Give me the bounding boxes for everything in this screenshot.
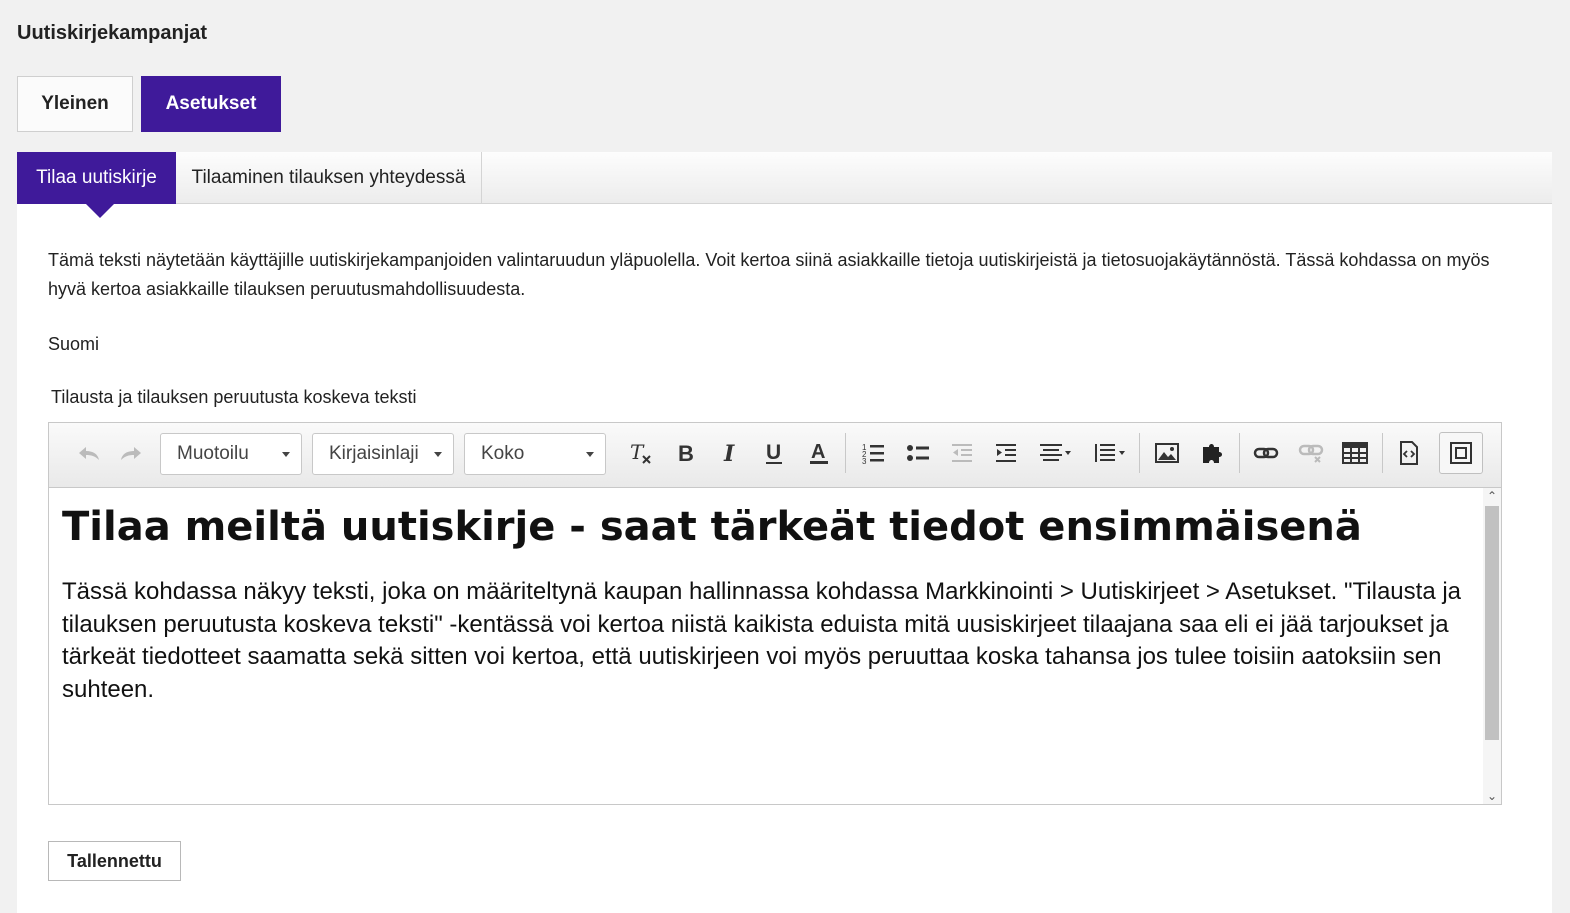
unlink-icon[interactable] (1293, 435, 1329, 471)
tab-yleinen[interactable]: Yleinen (17, 76, 133, 132)
editor-scrollbar[interactable]: ⌃ ⌄ (1483, 488, 1501, 804)
field-label: Tilausta ja tilauksen peruutusta koskeva… (51, 387, 417, 407)
chevron-down-icon (282, 452, 290, 457)
font-dropdown[interactable]: Kirjaisinlaji (312, 433, 454, 475)
toolbar-separator (1382, 433, 1383, 473)
bold-icon[interactable]: B (668, 435, 704, 471)
format-dropdown[interactable]: Muotoilu (160, 433, 302, 475)
editor-heading: Tilaa meiltä uutiskirje - saat tärkeät t… (62, 504, 1362, 550)
underline-icon[interactable]: U (756, 435, 792, 471)
main-tabs: Yleinen Asetukset (17, 76, 281, 132)
redo-icon[interactable] (113, 435, 149, 471)
description-text: Tämä teksti näytetään käyttäjille uutisk… (48, 250, 1490, 299)
tab-asetukset[interactable]: Asetukset (141, 76, 281, 132)
source-code-icon[interactable] (1391, 435, 1427, 471)
subtab-subscribe-on-order[interactable]: Tilaaminen tilauksen yhteydessä (176, 152, 482, 204)
settings-panel: Tilaa uutiskirje Tilaaminen tilauksen yh… (17, 152, 1552, 913)
svg-text:I: I (723, 441, 735, 465)
chevron-down-icon (434, 452, 442, 457)
undo-icon[interactable] (71, 435, 107, 471)
italic-icon[interactable]: I (712, 435, 748, 471)
sub-tabs: Tilaa uutiskirje Tilaaminen tilauksen yh… (17, 152, 1552, 218)
scrollbar-thumb[interactable] (1485, 506, 1499, 740)
size-dropdown-value: Koko (481, 443, 525, 464)
svg-text:B: B (678, 441, 694, 465)
format-dropdown-value: Muotoilu (177, 443, 249, 464)
text-color-icon[interactable]: A (801, 435, 837, 471)
svg-text:T: T (630, 440, 645, 464)
chevron-up-icon[interactable]: ⌃ (1483, 488, 1501, 504)
indent-icon[interactable] (988, 435, 1024, 471)
editor-body-text: Tässä kohdassa näkyy teksti, joka on mää… (62, 578, 1462, 703)
align-dropdown-icon[interactable] (1035, 435, 1077, 471)
link-icon[interactable] (1248, 435, 1284, 471)
bullet-list-icon[interactable] (900, 435, 936, 471)
line-height-dropdown-icon[interactable] (1089, 435, 1131, 471)
svg-text:A: A (811, 441, 825, 463)
numbered-list-icon[interactable]: 123 (855, 435, 891, 471)
toolbar-separator (1239, 433, 1240, 473)
table-icon[interactable] (1337, 435, 1373, 471)
size-dropdown[interactable]: Koko (464, 433, 606, 475)
rich-text-editor: Muotoilu Kirjaisinlaji Koko T B I U A 1 … (48, 422, 1502, 805)
editor-toolbar: Muotoilu Kirjaisinlaji Koko T B I U A 1 … (49, 423, 1501, 488)
remove-format-icon[interactable]: T (623, 435, 659, 471)
svg-text:3: 3 (862, 457, 867, 465)
outdent-icon[interactable] (944, 435, 980, 471)
toolbar-separator (1139, 433, 1140, 473)
maximize-icon[interactable] (1439, 432, 1483, 474)
chevron-down-icon[interactable]: ⌄ (1483, 788, 1501, 804)
image-icon[interactable] (1149, 435, 1185, 471)
subtab-subscribe-newsletter[interactable]: Tilaa uutiskirje (17, 152, 176, 218)
save-button[interactable]: Tallennettu (48, 841, 181, 881)
font-dropdown-value: Kirjaisinlaji (329, 443, 419, 464)
editor-content[interactable]: Tilaa meiltä uutiskirje - saat tärkeät t… (49, 488, 1484, 804)
page-title: Uutiskirjekampanjat (17, 22, 208, 44)
language-label: Suomi (48, 334, 100, 354)
puzzle-icon[interactable] (1194, 435, 1230, 471)
toolbar-separator (845, 433, 846, 473)
svg-text:U: U (766, 441, 781, 464)
chevron-down-icon (586, 452, 594, 457)
